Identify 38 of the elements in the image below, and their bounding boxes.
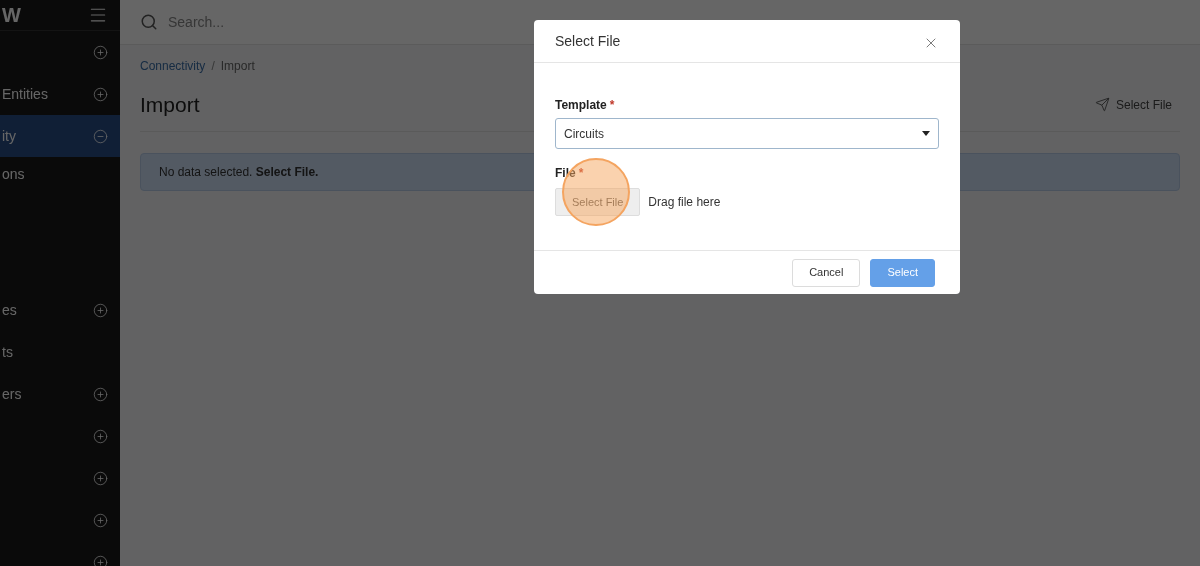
- expand-icon[interactable]: [93, 512, 108, 528]
- breadcrumb-link[interactable]: Connectivity: [140, 57, 206, 75]
- send-icon: [1094, 97, 1110, 113]
- sidebar-item-label: ts: [2, 342, 13, 362]
- drag-hint: Drag file here: [648, 194, 721, 211]
- dialog-title: Select File: [555, 31, 621, 51]
- sidebar-item[interactable]: ts: [0, 331, 120, 373]
- cancel-button[interactable]: Cancel: [792, 258, 861, 287]
- expand-icon[interactable]: [93, 470, 108, 486]
- required-mark: *: [578, 166, 584, 180]
- template-label: Template: [555, 98, 607, 112]
- collapse-icon[interactable]: [93, 128, 108, 144]
- sidebar-item[interactable]: Entities: [0, 73, 120, 115]
- breadcrumb-current: Import: [220, 58, 255, 75]
- breadcrumb-separator: /: [211, 58, 215, 75]
- caret-icon: [922, 131, 930, 136]
- page-title: Import: [140, 92, 200, 118]
- sidebar-item-label: es: [2, 300, 17, 320]
- expand-icon[interactable]: [93, 554, 108, 566]
- select-file-link[interactable]: Select File: [1094, 95, 1172, 114]
- expand-icon[interactable]: [93, 302, 108, 318]
- expand-icon[interactable]: [93, 44, 108, 60]
- expand-icon[interactable]: [93, 428, 108, 444]
- select-button[interactable]: Select: [870, 258, 935, 287]
- template-select[interactable]: Circuits: [555, 118, 939, 149]
- sidebar-subitem[interactable]: ons: [2, 163, 25, 185]
- sidebar-item[interactable]: ity: [0, 115, 120, 157]
- expand-icon[interactable]: [93, 386, 108, 402]
- logo-text: W: [2, 3, 21, 28]
- sidebar-item-label: ers: [2, 384, 22, 404]
- sidebar-item-label: Entities: [2, 84, 48, 104]
- sidebar-item[interactable]: ers: [0, 373, 120, 415]
- expand-icon[interactable]: [93, 86, 108, 102]
- sidebar-item[interactable]: es: [0, 289, 120, 331]
- sidebar-item-label: ity: [2, 126, 16, 146]
- search-icon: [140, 13, 158, 31]
- required-mark: *: [609, 98, 615, 112]
- alert-message: No data selected. Select File.: [159, 163, 319, 181]
